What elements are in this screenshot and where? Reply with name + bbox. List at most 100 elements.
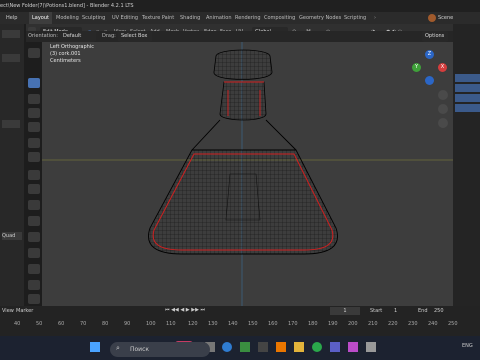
gizmo-neg-z[interactable] [425, 76, 434, 85]
tab-overflow-icon[interactable]: › [374, 12, 376, 24]
tab-uv-editing[interactable]: UV Editing [112, 12, 138, 24]
viewport-info: Left Orthographic (3) cork.001 Centimete… [50, 44, 94, 65]
camera-icon[interactable] [438, 118, 448, 128]
outliner-row[interactable] [455, 104, 480, 112]
teams-icon[interactable] [330, 342, 340, 352]
ruler-tick: 70 [80, 321, 87, 327]
knife-tool-icon[interactable] [28, 232, 40, 242]
ruler-tick: 100 [146, 321, 156, 327]
bottle-mesh [148, 49, 338, 255]
tab-texture-paint[interactable]: Texture Paint [142, 12, 174, 24]
tab-animation[interactable]: Animation [206, 12, 232, 24]
ruler-tick: 190 [328, 321, 338, 327]
options-label[interactable]: Options [425, 33, 444, 39]
gizmo-z[interactable]: Z [425, 50, 434, 59]
app-icon[interactable] [366, 342, 376, 352]
panel-widget[interactable] [2, 120, 20, 128]
navigation-gizmo[interactable]: Z Y X [412, 50, 448, 86]
app-icon[interactable] [258, 342, 268, 352]
tab-scripting[interactable]: Scripting [344, 12, 366, 24]
timeline-marker-menu[interactable]: Marker [16, 308, 33, 314]
3d-viewport[interactable]: Left Orthographic (3) cork.001 Centimete… [42, 42, 453, 306]
windows-start-icon[interactable] [90, 342, 100, 352]
tab-layout[interactable]: Layout [29, 12, 52, 24]
tab-rendering[interactable]: Rendering [235, 12, 261, 24]
scene-icon [428, 14, 436, 22]
start-label: Start [370, 308, 383, 314]
drag-select: Select Box [118, 31, 152, 42]
current-frame-field[interactable]: 1 [330, 307, 360, 315]
drag-label: Drag: [102, 33, 116, 39]
ruler-tick: 230 [408, 321, 418, 327]
app-icon[interactable] [240, 342, 250, 352]
bevel-tool-icon[interactable] [28, 200, 40, 210]
tool-shelf [26, 44, 42, 306]
ruler-tick: 80 [102, 321, 109, 327]
ruler-tick: 200 [348, 321, 358, 327]
tool-settings-bar: Orientation: Default Drag: Select Box Op… [26, 31, 453, 42]
tab-geometry-nodes[interactable]: Geometry Nodes [299, 12, 341, 24]
tab-sculpting[interactable]: Sculpting [82, 12, 105, 24]
select-tool-icon[interactable] [28, 48, 40, 58]
start-value[interactable]: 1 [394, 308, 397, 314]
whatsapp-icon[interactable] [312, 342, 322, 352]
vs-icon[interactable] [348, 342, 358, 352]
unit-system: Centimeters [50, 58, 81, 64]
ruler-tick: 240 [428, 321, 438, 327]
extrude-tool-icon[interactable] [28, 170, 40, 180]
outliner-row[interactable] [455, 84, 480, 92]
ruler-tick: 170 [288, 321, 298, 327]
pan-icon[interactable] [438, 104, 448, 114]
view-name: Left Orthographic [50, 44, 94, 50]
help-menu[interactable]: Help [6, 12, 17, 24]
os-taskbar: ENG [0, 336, 480, 360]
tab-compositing[interactable]: Compositing [264, 12, 295, 24]
scene-name[interactable]: Scene [438, 12, 453, 24]
poly-build-tool-icon[interactable] [28, 248, 40, 258]
loop-cut-tool-icon[interactable] [28, 216, 40, 226]
outliner-row[interactable] [455, 94, 480, 102]
left-side-panel: Quad [0, 24, 24, 306]
panel-widget[interactable] [2, 30, 20, 38]
orientation-select: Default [60, 31, 96, 42]
inset-tool-icon[interactable] [28, 184, 40, 194]
smooth-tool-icon[interactable] [28, 280, 40, 290]
ruler-tick: 220 [388, 321, 398, 327]
orientation-value[interactable]: Default [63, 33, 81, 39]
move-tool-icon[interactable] [28, 94, 40, 104]
zoom-icon[interactable] [438, 90, 448, 100]
annotate-tool-icon[interactable] [28, 138, 40, 148]
object-name: (3) cork.001 [50, 51, 81, 57]
options-dropdown: Options [422, 31, 448, 42]
ruler-tick: 50 [36, 321, 43, 327]
ruler-tick: 250 [448, 321, 458, 327]
edge-browser-icon[interactable] [222, 342, 232, 352]
tab-shading[interactable]: Shading [180, 12, 200, 24]
language-indicator[interactable]: ENG [462, 343, 473, 349]
rotate-tool-icon[interactable] [28, 108, 40, 118]
blender-icon[interactable] [276, 342, 286, 352]
search-placeholder[interactable]: Поиск [130, 346, 149, 353]
drag-value[interactable]: Select Box [121, 33, 147, 39]
playback-controls[interactable]: ⏮ ◀◀ ◀ ▶ ▶▶ ⏭ [165, 307, 205, 313]
end-value[interactable]: 250 [434, 308, 444, 314]
tab-modeling[interactable]: Modeling [56, 12, 79, 24]
measure-tool-icon[interactable] [28, 152, 40, 162]
file-explorer-icon[interactable] [294, 342, 304, 352]
shrink-tool-icon[interactable] [28, 294, 40, 304]
cursor-tool-icon[interactable] [28, 78, 40, 88]
scale-tool-icon[interactable] [28, 122, 40, 132]
quad-button[interactable]: Quad [2, 232, 22, 240]
ruler-tick: 150 [248, 321, 258, 327]
viewport-canvas[interactable] [42, 42, 453, 306]
window-title-text: ect\New Folder(7)\Potions1.blend] - Blen… [0, 3, 134, 9]
ruler-tick: 180 [308, 321, 318, 327]
spin-tool-icon[interactable] [28, 264, 40, 274]
gizmo-x[interactable]: X [438, 63, 447, 72]
taskbar-search[interactable]: Поиск [110, 342, 210, 357]
panel-widget[interactable] [2, 54, 20, 62]
ruler-tick: 130 [208, 321, 218, 327]
outliner-row[interactable] [455, 74, 480, 82]
timeline-view-menu[interactable]: View [2, 308, 14, 314]
gizmo-y[interactable]: Y [412, 63, 421, 72]
